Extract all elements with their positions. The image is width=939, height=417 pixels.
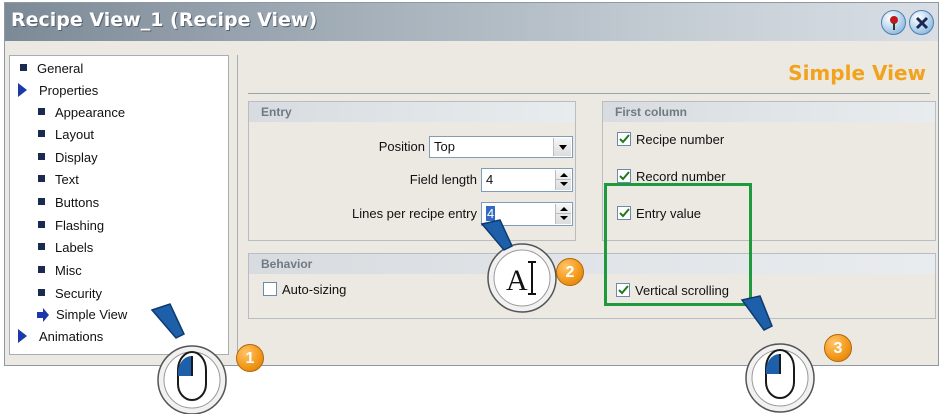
mouse-cursor-icon <box>740 295 815 413</box>
tree-item-display[interactable]: Display <box>38 147 98 169</box>
tree-item-label: Flashing <box>55 218 105 233</box>
bullet-icon <box>38 198 45 205</box>
pin-help-icon[interactable] <box>881 10 906 35</box>
callout-text-cursor-2: A 2 <box>478 218 588 324</box>
tree-item-label: Text <box>55 172 79 187</box>
auto-sizing-label: Auto-sizing <box>282 282 347 297</box>
bullet-icon <box>38 289 45 296</box>
bullet-icon <box>38 175 45 182</box>
mouse-cursor-icon <box>150 303 227 415</box>
tree-item-label: Display <box>55 150 98 165</box>
tree-item-buttons[interactable]: Buttons <box>38 192 99 214</box>
callout-mouse-click-1: 1 <box>140 300 270 415</box>
tree-item-label: Layout <box>55 127 95 142</box>
tree-item-label: Security <box>55 286 102 301</box>
highlight-box <box>604 183 752 306</box>
behavior-group-header: Behavior <box>249 254 935 274</box>
tree-item-layout[interactable]: Layout <box>38 124 94 146</box>
bullet-icon <box>38 266 45 273</box>
tree-item-label: Appearance <box>55 105 126 120</box>
step-badge-1: 1 <box>236 344 264 372</box>
bullet-icon <box>38 108 45 115</box>
tree-item-simple-view[interactable]: Simple View <box>36 304 127 326</box>
tree-item-properties[interactable]: Properties <box>18 80 98 102</box>
tree-item-animations[interactable]: Animations <box>18 326 103 348</box>
bullet-icon <box>20 64 27 71</box>
title-bar: Recipe View_1 (Recipe View) <box>5 3 938 41</box>
tree-item-security[interactable]: Security <box>38 283 102 305</box>
position-combobox[interactable]: Top <box>429 136 573 158</box>
callout-mouse-click-3: 3 <box>728 294 868 414</box>
tree-item-label: Buttons <box>55 195 100 210</box>
field-length-label: Field length <box>409 172 477 187</box>
tree-item-label: Animations <box>39 329 104 344</box>
bullet-icon <box>38 243 45 250</box>
bullet-icon <box>38 153 45 160</box>
recipe-number-label: Recipe number <box>636 132 725 147</box>
tree-item-general[interactable]: General <box>20 58 83 80</box>
window-title: Recipe View_1 (Recipe View) <box>11 9 318 31</box>
tree-item-label: Labels <box>55 240 94 255</box>
entry-group-header: Entry <box>249 102 575 122</box>
bullet-icon <box>38 130 45 137</box>
tree-item-appearance[interactable]: Appearance <box>38 102 125 124</box>
tree-item-label: Properties <box>39 83 99 98</box>
recipe-number-checkbox[interactable]: Recipe number <box>617 132 724 148</box>
spin-buttons[interactable] <box>555 170 571 190</box>
step-badge-3: 3 <box>824 334 852 362</box>
title-divider <box>248 93 930 94</box>
tree-item-label: Misc <box>55 263 82 278</box>
tree-item-text[interactable]: Text <box>38 169 79 191</box>
first-column-group-header: First column <box>603 102 935 122</box>
close-icon[interactable] <box>909 10 934 35</box>
record-number-label: Record number <box>636 169 726 184</box>
step-badge-2: 2 <box>556 258 584 286</box>
svg-text:A: A <box>506 264 528 297</box>
tree-item-flashing[interactable]: Flashing <box>38 215 104 237</box>
chevron-down-icon[interactable] <box>553 138 571 156</box>
expand-triangle-icon <box>18 329 27 343</box>
section-title: Simple View <box>788 61 926 85</box>
tree-item-label: General <box>37 61 84 76</box>
tree-item-labels[interactable]: Labels <box>38 237 93 259</box>
field-length-stepper[interactable]: 4 <box>481 168 573 192</box>
auto-sizing-checkbox[interactable]: Auto-sizing <box>263 282 346 298</box>
checkbox-unchecked-icon <box>263 282 277 296</box>
expand-triangle-icon <box>18 83 27 97</box>
text-cursor-icon: A <box>480 219 557 313</box>
field-length-value: 4 <box>486 172 494 187</box>
checkmark-icon <box>617 169 631 183</box>
position-value: Top <box>434 139 455 154</box>
lines-per-entry-label: Lines per recipe entry <box>351 206 477 221</box>
tree-item-misc[interactable]: Misc <box>38 260 82 282</box>
position-label: Position <box>378 139 425 154</box>
checkmark-icon <box>617 132 631 146</box>
bullet-icon <box>38 221 45 228</box>
tree-item-label: Simple View <box>56 307 128 322</box>
